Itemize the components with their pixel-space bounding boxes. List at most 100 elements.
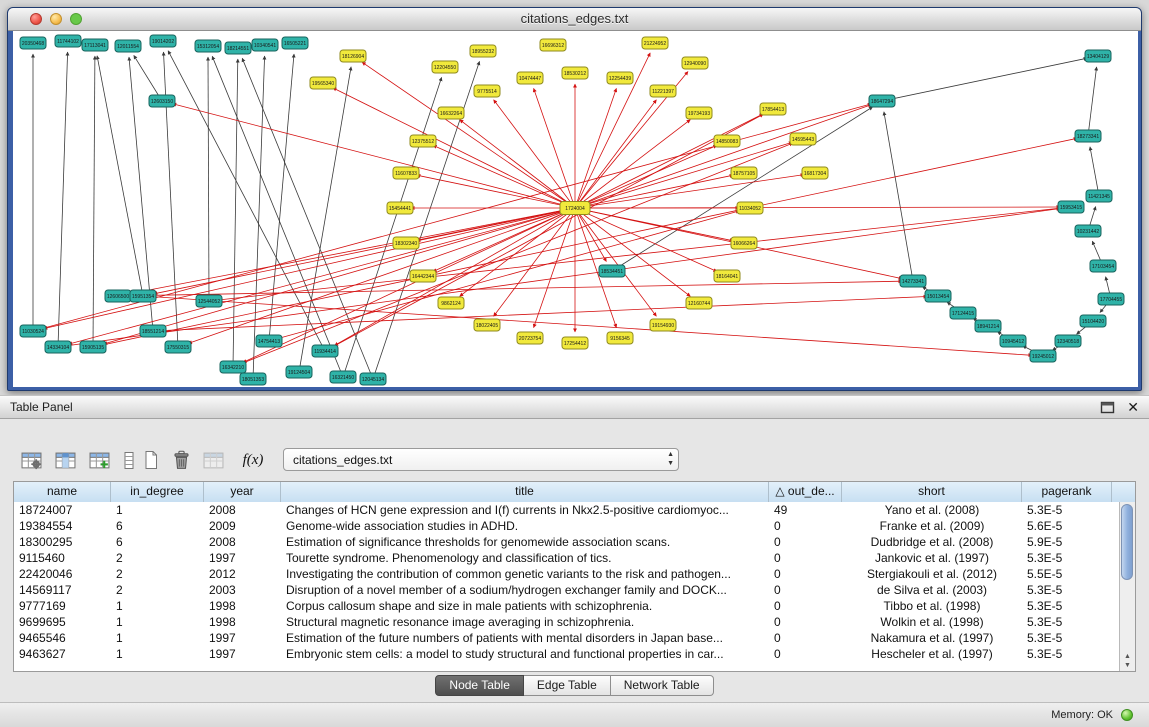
- graph-node[interactable]: 15104420: [1080, 315, 1106, 327]
- table-row[interactable]: 946554611997Estimation of the future num…: [14, 630, 1119, 646]
- scroll-up-icon[interactable]: ▲: [1120, 652, 1135, 661]
- graph-node[interactable]: 14754413: [256, 335, 282, 347]
- table-row[interactable]: 1872400712008Changes of HCN gene express…: [14, 502, 1119, 518]
- table-row[interactable]: 2242004622012Investigating the contribut…: [14, 566, 1119, 582]
- window-titlebar[interactable]: citations_edges.txt: [8, 8, 1141, 31]
- graph-node[interactable]: 11030524: [20, 325, 46, 337]
- graph-node[interactable]: 15013454: [925, 290, 951, 302]
- scrollbar-arrows[interactable]: ▲ ▼: [1120, 652, 1135, 670]
- graph-node[interactable]: 16321450: [330, 371, 356, 383]
- graph-node[interactable]: 19154930: [650, 319, 676, 331]
- graph-node[interactable]: 17254412: [562, 337, 588, 349]
- network-canvas[interactable]: 18530212 12254439 11221397 19734193 14850083…: [13, 31, 1138, 387]
- graph-node[interactable]: 15454441: [387, 202, 413, 214]
- graph-node[interactable]: 17124415: [950, 307, 976, 319]
- graph-node[interactable]: 12011554: [115, 40, 141, 52]
- graph-node[interactable]: 18955232: [470, 45, 496, 57]
- table-row[interactable]: 977716911998Corpus callosum shape and si…: [14, 598, 1119, 614]
- graph-node[interactable]: 16066264: [731, 237, 757, 249]
- graph-node[interactable]: 19565340: [310, 77, 336, 89]
- graph-node[interactable]: 10945412: [1000, 335, 1026, 347]
- graph-node[interactable]: 12254439: [607, 72, 633, 84]
- graph-node[interactable]: 9156345: [607, 332, 633, 344]
- graph-node[interactable]: 21224952: [642, 37, 668, 49]
- graph-node[interactable]: 15951354: [130, 290, 156, 302]
- graph-node[interactable]: 12340518: [1055, 335, 1081, 347]
- new-document-icon[interactable]: [138, 447, 164, 473]
- graph-node[interactable]: 18164041: [714, 270, 740, 282]
- table-row[interactable]: 969969511998Structural magnetic resonanc…: [14, 614, 1119, 630]
- graph-node[interactable]: 19734193: [686, 107, 712, 119]
- graph-node[interactable]: 12160744: [686, 297, 712, 309]
- create-column-icon[interactable]: [86, 447, 112, 473]
- graph-node[interactable]: 17113041: [82, 39, 108, 51]
- graph-node[interactable]: 9775514: [474, 85, 500, 97]
- show-columns-icon[interactable]: [52, 447, 78, 473]
- graph-node[interactable]: 15905135: [80, 341, 106, 353]
- tab-network-table[interactable]: Network Table: [611, 675, 714, 696]
- graph-node[interactable]: 19014202: [150, 35, 176, 47]
- column-header-5[interactable]: short: [842, 482, 1022, 502]
- graph-node[interactable]: 12606500: [105, 290, 131, 302]
- graph-node[interactable]: 9862124: [438, 297, 464, 309]
- column-header-3[interactable]: title: [281, 482, 769, 502]
- graph-node[interactable]: 16505221: [282, 37, 308, 49]
- scroll-down-icon[interactable]: ▼: [1120, 661, 1135, 670]
- graph-node[interactable]: 11744102: [55, 35, 81, 47]
- graph-node[interactable]: 12603150: [149, 95, 175, 107]
- graph-node[interactable]: 17103454: [1090, 260, 1116, 272]
- graph-node[interactable]: 13404129: [1085, 50, 1111, 62]
- graph-node[interactable]: 18126904: [340, 50, 366, 62]
- table-row[interactable]: 1938455462009Genome-wide association stu…: [14, 518, 1119, 534]
- column-header-1[interactable]: in_degree: [111, 482, 204, 502]
- graph-node[interactable]: 14595443: [790, 133, 816, 145]
- graph-node[interactable]: 18530212: [562, 67, 588, 79]
- graph-node[interactable]: 19245012: [1030, 350, 1056, 362]
- graph-node[interactable]: 18941214: [975, 320, 1001, 332]
- graph-node[interactable]: 18022405: [474, 319, 500, 331]
- graph-node[interactable]: 16442344: [410, 270, 436, 282]
- graph-node[interactable]: 18534451: [599, 265, 625, 277]
- vertical-scrollbar[interactable]: ▲ ▼: [1119, 502, 1135, 671]
- table-row[interactable]: 911546021997Tourette syndrome. Phenomeno…: [14, 550, 1119, 566]
- graph-node[interactable]: 20723754: [517, 332, 543, 344]
- column-header-0[interactable]: name: [14, 482, 111, 502]
- graph-node[interactable]: 12940090: [682, 57, 708, 69]
- graph-node[interactable]: 18551214: [140, 325, 166, 337]
- graph-node[interactable]: 16817304: [802, 167, 828, 179]
- graph-node[interactable]: 11221397: [650, 85, 676, 97]
- graph-node[interactable]: 17550315: [165, 341, 191, 353]
- graph-node[interactable]: 18273341: [1075, 130, 1101, 142]
- table-row[interactable]: 946362711997Embryonic stem cells: a mode…: [14, 646, 1119, 662]
- graph-node[interactable]: 18302340: [393, 237, 419, 249]
- graph-node[interactable]: 16342210: [220, 361, 246, 373]
- graph-node[interactable]: 18051353: [240, 373, 266, 385]
- graph-node[interactable]: 11034052: [737, 202, 763, 214]
- graph-node[interactable]: 17854413: [760, 103, 786, 115]
- graph-node[interactable]: 12204550: [432, 61, 458, 73]
- graph-node[interactable]: 10474447: [517, 72, 543, 84]
- tab-edge-table[interactable]: Edge Table: [524, 675, 611, 696]
- graph-node[interactable]: 15953415: [1058, 201, 1084, 213]
- delete-table-icon[interactable]: [168, 447, 194, 473]
- graph-node[interactable]: 11934414: [312, 345, 338, 357]
- combo-stepper-icon[interactable]: ▲▼: [667, 450, 674, 468]
- graph-node[interactable]: 10340541: [252, 39, 278, 51]
- close-panel-icon[interactable]: ✕: [1127, 399, 1139, 415]
- graph-node[interactable]: 15312054: [195, 40, 221, 52]
- function-builder-icon[interactable]: f(x): [240, 447, 266, 473]
- graph-node[interactable]: 18757105: [731, 167, 757, 179]
- table-selector-combo[interactable]: citations_edges.txt ▲▼: [283, 448, 679, 471]
- graph-node[interactable]: 11607833: [393, 167, 419, 179]
- scrollbar-thumb[interactable]: [1121, 504, 1133, 580]
- column-header-4[interactable]: △ out_de...: [769, 482, 842, 502]
- graph-node[interactable]: 17704455: [1098, 293, 1124, 305]
- graph-node[interactable]: 12544052: [196, 295, 222, 307]
- graph-node[interactable]: 19124504: [286, 366, 312, 378]
- graph-node[interactable]: 16696312: [540, 39, 566, 51]
- graph-node[interactable]: 18214551: [225, 42, 251, 54]
- table-row[interactable]: 1456911722003Disruption of a novel membe…: [14, 582, 1119, 598]
- graph-node[interactable]: 14850083: [714, 135, 740, 147]
- tab-node-table[interactable]: Node Table: [435, 675, 524, 696]
- column-header-6[interactable]: pagerank: [1022, 482, 1112, 502]
